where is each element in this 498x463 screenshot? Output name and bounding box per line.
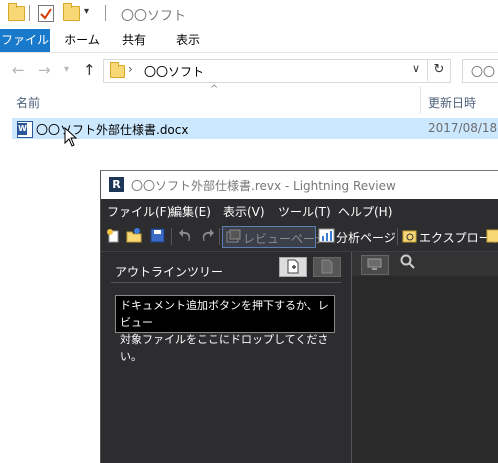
outline-tree-panel: アウトラインツリー ドキュメント追加ボタンを押下するか、レビュー 対象ファイルを… bbox=[101, 252, 351, 463]
menu-tools[interactable]: ツール(T) bbox=[278, 203, 331, 220]
file-modified: 2017/08/18 16 bbox=[428, 121, 498, 135]
new-file-icon[interactable] bbox=[105, 227, 122, 244]
tooltip-line-2: 対象ファイルをここにドロップしてください。 bbox=[120, 333, 329, 363]
column-headers: ^ 名前 更新日時 bbox=[0, 84, 498, 114]
mouse-cursor-icon bbox=[64, 127, 78, 147]
document-view-toolbar bbox=[352, 252, 498, 276]
tooltip-line-1: ドキュメント追加ボタンを押下するか、レビュー bbox=[120, 299, 329, 329]
menu-edit[interactable]: 編集(E) bbox=[170, 203, 211, 220]
back-arrow-icon[interactable]: ← bbox=[12, 61, 25, 79]
tab-home[interactable]: ホーム bbox=[62, 29, 102, 52]
separator bbox=[171, 228, 172, 245]
file-name[interactable]: 〇〇ソフト外部仕様書.docx bbox=[36, 121, 188, 138]
recent-locations-chevron-icon[interactable]: ▾ bbox=[64, 64, 69, 75]
address-bar-row: ← → ▾ ↑ › 〇〇ソフト ∨ ↻ 〇〇 bbox=[0, 52, 498, 87]
divider bbox=[111, 282, 341, 283]
breadcrumb-chevron-icon[interactable]: › bbox=[128, 62, 133, 76]
column-divider[interactable] bbox=[420, 86, 421, 114]
outline-panel-title: アウトラインツリー bbox=[115, 265, 224, 279]
address-dropdown-icon[interactable]: ∨ bbox=[412, 62, 420, 75]
address-field[interactable]: › 〇〇ソフト ∨ bbox=[103, 59, 451, 83]
separator bbox=[397, 228, 398, 245]
file-list-item[interactable]: W 〇〇ソフト外部仕様書.docx 2017/08/18 16 bbox=[12, 118, 498, 139]
menu-bar: ファイル(F) 編集(E) 表示(V) ツール(T) ヘルプ(H) bbox=[101, 199, 498, 221]
refresh-icon[interactable]: ↻ bbox=[427, 59, 450, 81]
analysis-page-button[interactable]: 分析ページ bbox=[336, 229, 396, 246]
add-document-button[interactable] bbox=[279, 257, 307, 277]
breadcrumb-folder[interactable]: 〇〇ソフト bbox=[144, 63, 204, 80]
remove-document-icon bbox=[321, 259, 333, 274]
toolbar: レビューページ 分析ページ エクスプローラ bbox=[101, 221, 498, 252]
lr-window-title: 〇〇ソフト外部仕様書.revx - Lightning Review bbox=[131, 179, 396, 193]
menu-help[interactable]: ヘルプ(H) bbox=[338, 203, 392, 220]
remove-document-button[interactable] bbox=[313, 257, 341, 277]
customize-quick-access-icon[interactable]: ▾ bbox=[84, 6, 89, 17]
review-page-button[interactable]: レビューページ bbox=[222, 226, 327, 248]
separator bbox=[219, 228, 220, 245]
search-field[interactable]: 〇〇 bbox=[462, 59, 498, 83]
analysis-chart-icon[interactable] bbox=[318, 227, 335, 244]
sort-caret-icon: ^ bbox=[210, 84, 219, 95]
search-icon[interactable] bbox=[400, 254, 416, 270]
lightning-review-window: R 〇〇ソフト外部仕様書.revx - Lightning Review ファイ… bbox=[100, 170, 498, 463]
separator bbox=[29, 5, 30, 21]
review-page-label: レビューページ bbox=[243, 232, 327, 246]
ribbon-tabs: ファイル ホーム 共有 表示 bbox=[0, 29, 498, 52]
window-title: 〇〇ソフト bbox=[121, 9, 187, 24]
drop-hint-tooltip: ドキュメント追加ボタンを押下するか、レビュー 対象ファイルをここにドロップしてく… bbox=[115, 295, 335, 363]
explorer-titlebar: ▾ 〇〇ソフト bbox=[0, 0, 498, 29]
column-date-header[interactable]: 更新日時 bbox=[428, 94, 476, 111]
monitor-icon bbox=[367, 258, 382, 270]
document-view-panel bbox=[352, 252, 498, 463]
folder-icon bbox=[110, 62, 125, 78]
forward-arrow-icon[interactable]: → bbox=[38, 61, 51, 79]
word-document-icon: W bbox=[17, 121, 33, 138]
save-icon[interactable] bbox=[149, 227, 166, 244]
open-folder-icon[interactable] bbox=[126, 227, 143, 244]
properties-icon[interactable] bbox=[38, 5, 54, 22]
add-document-icon bbox=[287, 259, 299, 274]
tab-view[interactable]: 表示 bbox=[170, 29, 206, 52]
undo-icon[interactable] bbox=[177, 227, 194, 244]
search-placeholder: 〇〇 bbox=[471, 65, 496, 79]
column-name-header[interactable]: 名前 bbox=[16, 94, 40, 111]
app-logo-icon: R bbox=[109, 177, 124, 192]
explorer-icon[interactable] bbox=[401, 227, 418, 244]
review-page-icon bbox=[226, 229, 241, 243]
new-folder-icon[interactable] bbox=[63, 3, 80, 21]
up-arrow-icon[interactable]: ↑ bbox=[83, 61, 96, 79]
more-tool-icon[interactable] bbox=[485, 227, 498, 244]
tab-share[interactable]: 共有 bbox=[118, 29, 150, 52]
tab-file[interactable]: ファイル bbox=[0, 29, 50, 52]
redo-icon[interactable] bbox=[199, 227, 216, 244]
separator bbox=[105, 5, 106, 21]
page-view-button[interactable] bbox=[361, 255, 389, 275]
folder-icon[interactable] bbox=[8, 3, 25, 21]
menu-file[interactable]: ファイル(F) bbox=[107, 203, 171, 220]
lr-titlebar: R 〇〇ソフト外部仕様書.revx - Lightning Review bbox=[101, 171, 498, 199]
menu-view[interactable]: 表示(V) bbox=[223, 203, 265, 220]
